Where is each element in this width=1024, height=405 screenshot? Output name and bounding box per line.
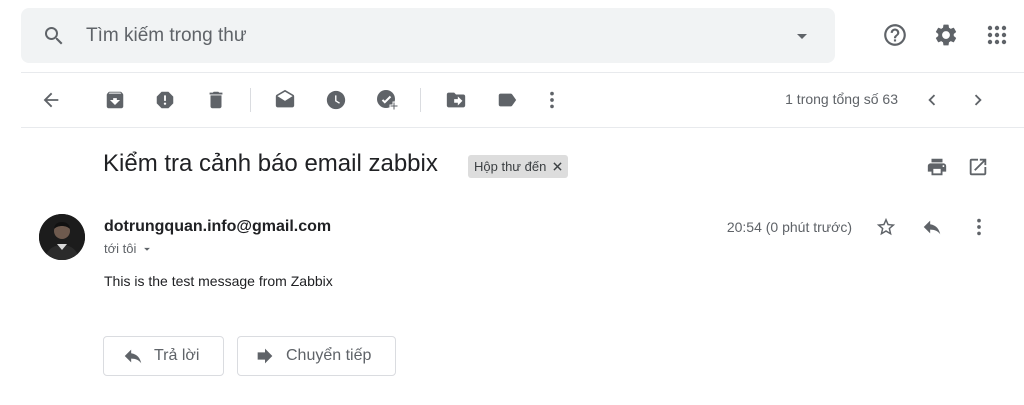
reply-button-label: Trả lời xyxy=(154,347,200,364)
back-arrow-icon[interactable] xyxy=(37,86,65,114)
avatar[interactable] xyxy=(39,214,85,260)
report-spam-icon[interactable] xyxy=(151,86,179,114)
message-time: 20:54 (0 phút trước) xyxy=(726,219,852,235)
add-to-tasks-icon[interactable] xyxy=(373,86,401,114)
header-divider xyxy=(21,72,1024,73)
search-icon[interactable] xyxy=(40,22,68,50)
message-body: This is the test message from Zabbix xyxy=(104,273,333,289)
sender-email[interactable]: dotrungquan.info@gmail.com xyxy=(104,218,331,236)
mark-unread-icon[interactable] xyxy=(271,86,299,114)
archive-icon[interactable] xyxy=(101,86,129,114)
star-icon[interactable] xyxy=(873,214,899,240)
more-vert-icon[interactable] xyxy=(538,86,566,114)
forward-button[interactable]: Chuyển tiếp xyxy=(237,336,396,376)
move-to-icon[interactable] xyxy=(442,86,470,114)
label-icon[interactable] xyxy=(493,86,521,114)
gear-icon[interactable] xyxy=(929,18,963,52)
reply-button[interactable]: Trả lời xyxy=(103,336,224,376)
recipient-text: tới tôi xyxy=(104,241,137,256)
forward-icon xyxy=(254,345,276,367)
chevron-right-icon[interactable] xyxy=(964,86,992,114)
reply-icon xyxy=(122,345,144,367)
toolbar-divider xyxy=(420,88,421,112)
close-icon[interactable] xyxy=(552,162,562,172)
help-circle-icon[interactable] xyxy=(878,18,912,52)
apps-grid-icon[interactable] xyxy=(980,18,1014,52)
recipient-details[interactable]: tới tôi xyxy=(104,241,154,256)
reply-icon[interactable] xyxy=(919,214,945,240)
email-subject: Kiểm tra cảnh báo email zabbix xyxy=(103,150,438,177)
inbox-label-chip[interactable]: Hộp thư đến xyxy=(468,155,569,178)
toolbar-divider-line xyxy=(21,127,1024,128)
toolbar-divider xyxy=(250,88,251,112)
pager-count: 1 trong tổng số 63 xyxy=(785,91,898,107)
print-icon[interactable] xyxy=(924,154,950,180)
search-input[interactable] xyxy=(86,22,686,50)
label-text: Hộp thư đến xyxy=(474,159,547,174)
caret-down-icon[interactable] xyxy=(790,24,814,48)
open-in-new-icon[interactable] xyxy=(965,154,991,180)
more-vert-icon[interactable] xyxy=(966,214,992,240)
chevron-left-icon[interactable] xyxy=(918,86,946,114)
delete-icon[interactable] xyxy=(202,86,230,114)
caret-down-icon[interactable] xyxy=(140,242,154,256)
forward-button-label: Chuyển tiếp xyxy=(286,347,372,364)
snooze-icon[interactable] xyxy=(322,86,350,114)
